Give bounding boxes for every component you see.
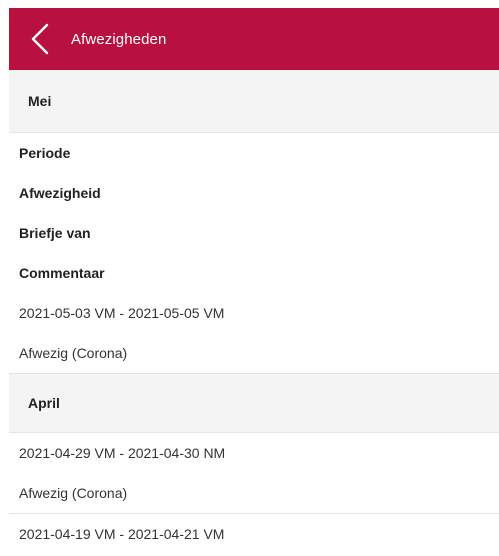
label-period-text: Periode bbox=[19, 145, 71, 161]
label-note-from-text: Briefje van bbox=[19, 225, 91, 241]
month-label: April bbox=[28, 395, 60, 411]
month-header-april: April bbox=[9, 373, 499, 433]
entry-period-text: 2021-05-03 VM - 2021-05-05 VM bbox=[19, 305, 225, 321]
month-header-mei: Mei bbox=[9, 70, 499, 133]
entry-absence-text: Afwezig (Corona) bbox=[19, 345, 128, 361]
label-note-from: Briefje van bbox=[9, 213, 499, 253]
entry-absence-text: Afwezig (Corona) bbox=[19, 485, 128, 501]
entry-period-text: 2021-04-29 VM - 2021-04-30 NM bbox=[19, 445, 226, 461]
entry-period[interactable]: 2021-04-19 VM - 2021-04-21 VM bbox=[9, 514, 499, 554]
entry-absence[interactable]: Afwezig (Corona) bbox=[9, 333, 499, 373]
entry-period[interactable]: 2021-04-29 VM - 2021-04-30 NM bbox=[9, 433, 499, 473]
app-screen: Afwezigheden Mei Periode Afwezigheid Bri… bbox=[0, 0, 499, 556]
label-comment: Commentaar bbox=[9, 253, 499, 293]
absence-list[interactable]: Mei Periode Afwezigheid Briefje van Comm… bbox=[9, 70, 499, 554]
label-absence-text: Afwezigheid bbox=[19, 185, 101, 201]
label-period: Periode bbox=[9, 133, 499, 173]
page-title: Afwezigheden bbox=[71, 30, 167, 48]
top-app-bar: Afwezigheden bbox=[9, 8, 499, 70]
label-absence: Afwezigheid bbox=[9, 173, 499, 213]
back-button[interactable] bbox=[15, 8, 65, 70]
entry-period-text: 2021-04-19 VM - 2021-04-21 VM bbox=[19, 526, 225, 542]
entry-absence[interactable]: Afwezig (Corona) bbox=[9, 473, 499, 513]
entry-period[interactable]: 2021-05-03 VM - 2021-05-05 VM bbox=[9, 293, 499, 333]
month-label: Mei bbox=[28, 93, 52, 109]
label-comment-text: Commentaar bbox=[19, 265, 105, 281]
chevron-left-icon bbox=[31, 23, 49, 55]
